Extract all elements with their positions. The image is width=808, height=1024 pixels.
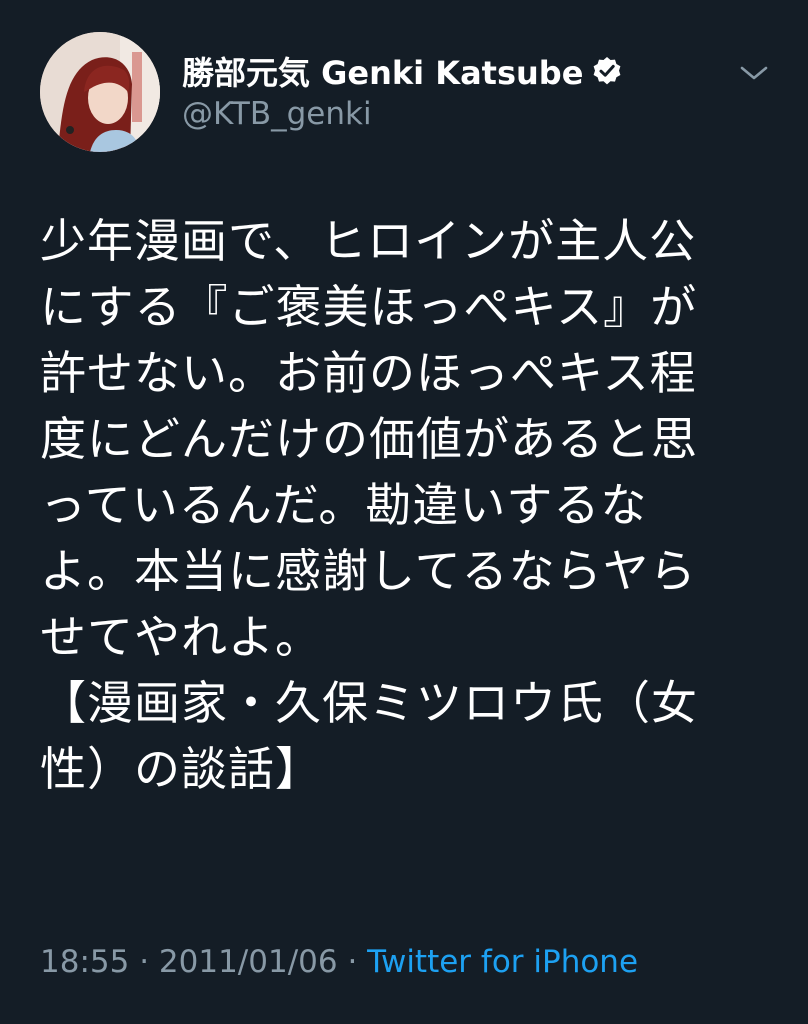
tweet-meta: 18:55 · 2011/01/06 · Twitter for iPhone bbox=[40, 944, 638, 980]
tweet-text-line: 少年漫画で、ヒロインが主人公 bbox=[40, 214, 697, 268]
tweet-text-line: っているんだ。勘違いするな bbox=[40, 478, 648, 532]
tweet-text-line: にする『ご褒美ほっぺキス』が bbox=[40, 280, 698, 334]
tweet-text-line: よ。本当に感謝してるならヤら bbox=[40, 544, 697, 598]
display-name[interactable]: 勝部元気 Genki Katsube bbox=[182, 48, 583, 94]
tweet-text-line: 許せない。お前のほっぺキス程 bbox=[40, 346, 697, 400]
display-name-row[interactable]: 勝部元気 Genki Katsube bbox=[182, 50, 623, 92]
user-handle[interactable]: @KTB_genki bbox=[182, 96, 372, 132]
chevron-down-icon[interactable] bbox=[736, 60, 772, 86]
tweet-text: 少年漫画で、ヒロインが主人公 にする『ご褒美ほっぺキス』が 許せない。お前のほっ… bbox=[40, 208, 770, 802]
avatar[interactable] bbox=[40, 32, 160, 152]
tweet-text-line: 度にどんだけの価値があると思 bbox=[40, 412, 698, 466]
tweet-text-line: 【漫画家・久保ミツロウ氏（女 bbox=[40, 676, 698, 730]
tweet-card: 勝部元気 Genki Katsube @KTB_genki 少年漫画で、ヒロイン… bbox=[0, 0, 808, 1024]
tweet-source-link[interactable]: Twitter for iPhone bbox=[367, 944, 638, 980]
tweet-text-line: 性）の談話】 bbox=[40, 742, 322, 796]
verified-badge-icon bbox=[594, 57, 621, 85]
meta-separator: · bbox=[337, 944, 368, 980]
tweet-time[interactable]: 18:55 bbox=[40, 944, 129, 980]
meta-separator: · bbox=[129, 944, 159, 980]
tweet-text-line: せてやれよ。 bbox=[40, 610, 322, 664]
tweet-date[interactable]: 2011/01/06 bbox=[159, 944, 338, 980]
